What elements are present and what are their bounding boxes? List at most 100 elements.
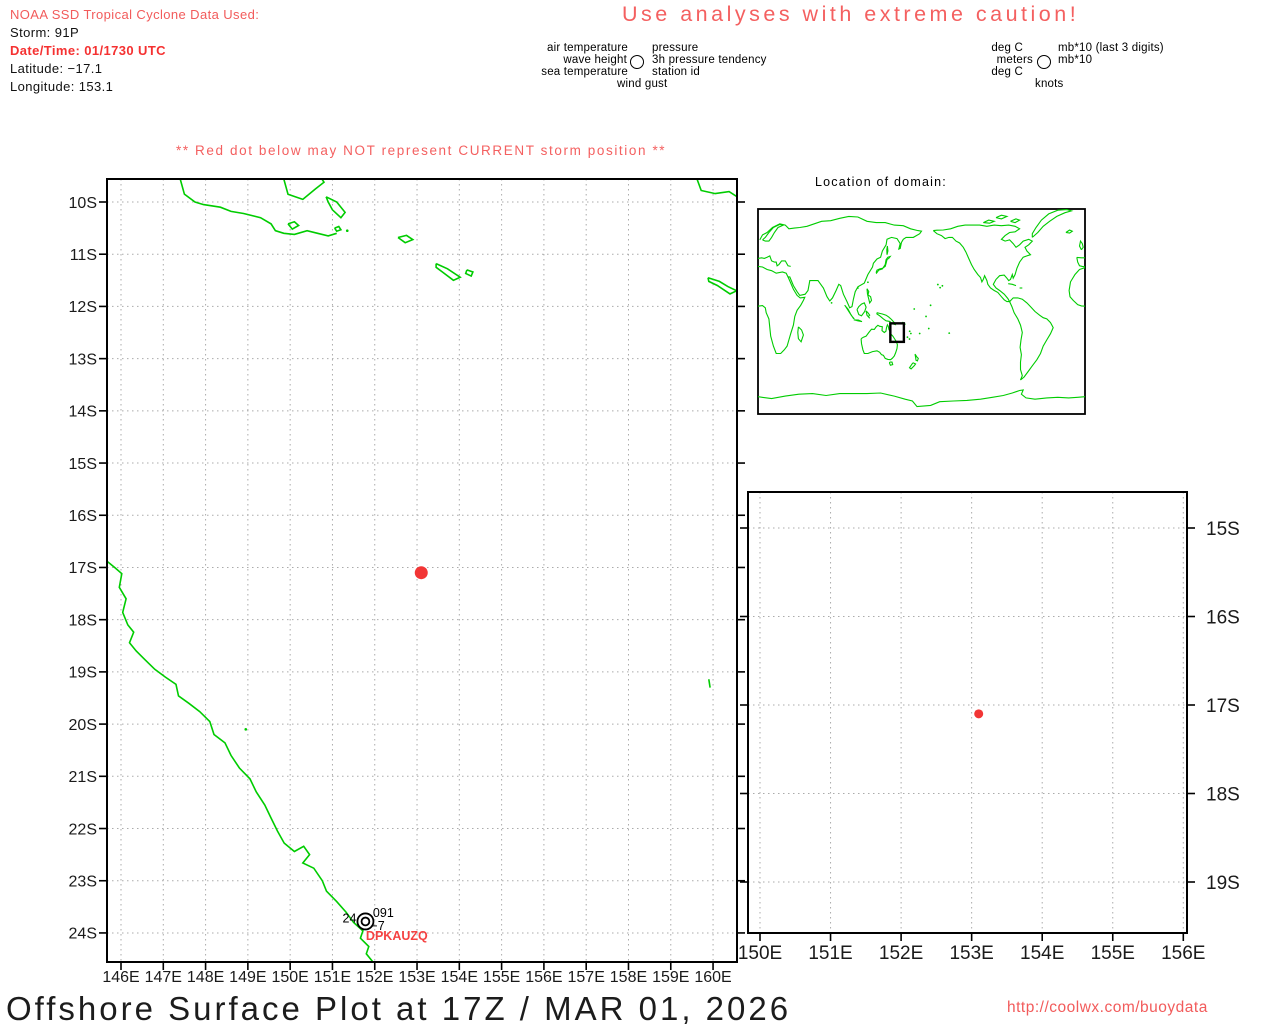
main-map-lat-label: 16S xyxy=(69,508,97,525)
storm-dot-main xyxy=(414,566,428,580)
world-island-dot xyxy=(929,304,932,307)
main-map-lon-label: 153E xyxy=(398,969,435,986)
legend-unit-knots: knots xyxy=(1035,78,1064,90)
longitude-line: Longitude: 153.1 xyxy=(10,79,114,94)
coastline xyxy=(333,225,343,233)
main-map-lat-label: 24S xyxy=(69,926,97,943)
zoom-map-lon-label: 151E xyxy=(808,943,852,964)
island-dot xyxy=(244,728,248,731)
main-map-lat-label: 10S xyxy=(69,195,97,212)
main-map-lat-label: 12S xyxy=(69,299,97,316)
zoom-map-lat-label: 19S xyxy=(1206,873,1240,894)
zoom-map-lon-label: 154E xyxy=(1020,943,1064,964)
main-map-lat-label: 18S xyxy=(69,612,97,629)
coastline xyxy=(435,262,462,282)
main-map-lat-label: 17S xyxy=(69,560,97,577)
world-island-dot xyxy=(936,283,939,286)
main-map-lat-label: 15S xyxy=(69,456,97,473)
coastline xyxy=(287,220,300,231)
main-map-lon-label: 154E xyxy=(441,969,478,986)
coastline xyxy=(464,269,474,278)
zoom-map-lat-label: 15S xyxy=(1206,519,1240,540)
world-inset-border xyxy=(757,208,1086,415)
main-map-lat-label: 19S xyxy=(69,665,97,682)
data-source-line: NOAA SSD Tropical Cyclone Data Used: xyxy=(10,7,260,22)
main-map-lat-label: 22S xyxy=(69,821,97,838)
main-map-lon-label: 150E xyxy=(271,969,308,986)
zoom-map-lon-label: 156E xyxy=(1161,943,1205,964)
island-dot xyxy=(345,229,349,233)
coastline xyxy=(708,679,711,688)
latitude-line: Latitude: −17.1 xyxy=(10,61,103,76)
main-map-lon-label: 151E xyxy=(314,969,351,986)
world-island-dot xyxy=(939,286,942,289)
zoom-map-lon-label: 150E xyxy=(738,943,782,964)
main-map-lon-label: 149E xyxy=(229,969,266,986)
world-island-dot xyxy=(867,281,869,284)
legend-unit-degc-sea: deg C xyxy=(991,66,1023,78)
main-map-lat-label: 21S xyxy=(69,769,97,786)
station-symbol-icon xyxy=(1037,55,1051,69)
main-map-lat-label: 14S xyxy=(69,404,97,421)
zoom-map-lon-label: 153E xyxy=(949,943,993,964)
world-island-dot xyxy=(918,332,921,335)
legend-pressure-label: pressure xyxy=(652,42,699,54)
world-island-dot xyxy=(927,327,930,330)
legend-pressure-tendency-label: 3h pressure tendency xyxy=(652,54,767,66)
main-map-lon-label: 148E xyxy=(187,969,224,986)
legend-wind-gust-label: wind gust xyxy=(617,78,668,90)
main-map-lon-label: 146E xyxy=(102,969,139,986)
zoom-map-lon-label: 152E xyxy=(879,943,923,964)
legend-unit-degc-air: deg C xyxy=(991,42,1023,54)
station-air-temp: 24 xyxy=(343,911,357,925)
coastline xyxy=(397,234,415,244)
world-coastline xyxy=(886,245,889,255)
world-inset-title: Location of domain: xyxy=(815,175,947,189)
station-symbol-icon xyxy=(630,55,644,69)
storm-info-block: NOAA SSD Tropical Cyclone Data Used: Sto… xyxy=(10,6,259,96)
station-id: DPKAUZQ xyxy=(366,929,428,943)
main-map-lon-label: 160E xyxy=(694,969,731,986)
main-map-lon-label: 152E xyxy=(356,969,393,986)
coastline xyxy=(325,196,347,219)
legend-air-temperature-label: air temperature xyxy=(547,42,628,54)
main-map-lon-label: 159E xyxy=(652,969,689,986)
legend-wave-height-label: wave height xyxy=(563,54,627,66)
coastline xyxy=(696,179,737,198)
zoom-map-lat-label: 16S xyxy=(1206,607,1240,628)
world-island-dot xyxy=(908,338,911,340)
buoydata-link[interactable]: http://coolwx.com/buoydata xyxy=(1007,999,1208,1017)
storm-dot-zoom xyxy=(974,709,984,719)
offshore-surface-plot-page: 146E 147E 148E 149E 150E 151E 152E 153E 154E 155E… xyxy=(0,0,1280,1024)
legend-unit-mb10-last3: mb*10 (last 3 digits) xyxy=(1058,42,1164,54)
main-map-lon-label: 156E xyxy=(525,969,562,986)
coastline xyxy=(179,179,337,237)
zoom-map-lon-label: 155E xyxy=(1091,943,1135,964)
main-map-lon-label: 158E xyxy=(610,969,647,986)
zoom-map-lat-label: 18S xyxy=(1206,784,1240,805)
plot-title: Offshore Surface Plot at 17Z / MAR 01, 2… xyxy=(6,990,792,1024)
world-island-dot xyxy=(925,315,927,318)
storm-position-warning: ** Red dot below may NOT represent CURRE… xyxy=(176,143,667,158)
world-island-dot xyxy=(906,336,909,339)
legend-unit-meters: meters xyxy=(996,54,1033,66)
coastline xyxy=(107,560,374,962)
world-island-dot xyxy=(941,284,944,287)
main-map-lat-label: 23S xyxy=(69,873,97,890)
zoom-map-border xyxy=(747,491,1188,934)
main-map-lat-label: 20S xyxy=(69,717,97,734)
world-island-dot xyxy=(830,301,833,304)
world-island-dot xyxy=(909,332,912,335)
main-map-lat-label: 13S xyxy=(69,351,97,368)
main-map-lon-label: 147E xyxy=(145,969,182,986)
world-island-dot xyxy=(913,308,916,310)
main-map-lon-label: 157E xyxy=(568,969,605,986)
main-map-lon-label: 155E xyxy=(483,969,520,986)
datetime-line: Date/Time: 01/1730 UTC xyxy=(10,43,166,58)
legend-unit-mb10: mb*10 xyxy=(1058,54,1093,66)
storm-id-line: Storm: 91P xyxy=(10,25,80,40)
caution-banner: Use analyses with extreme caution! xyxy=(622,2,1080,26)
world-island-dot xyxy=(857,287,859,289)
legend-station-id-label: station id xyxy=(652,66,701,78)
main-map-lat-label: 11S xyxy=(70,247,97,264)
